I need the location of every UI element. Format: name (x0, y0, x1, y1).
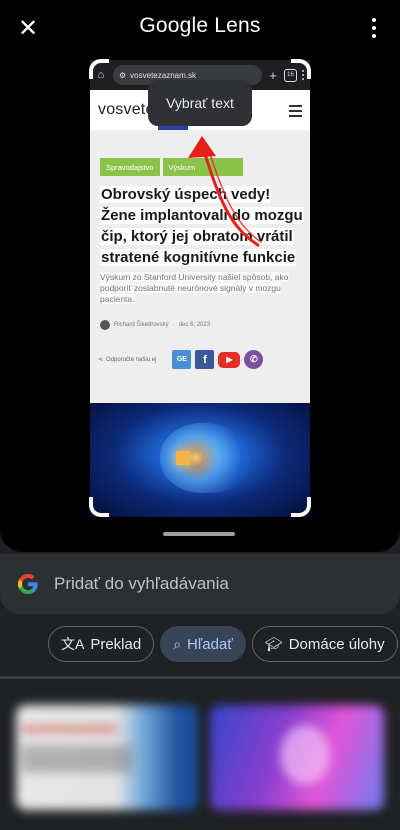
results-divider (0, 676, 400, 679)
new-tab-icon: + (269, 67, 277, 83)
facebook-icon: f (195, 350, 215, 369)
result-thumb-detail (280, 725, 330, 785)
translate-icon: 文A (61, 636, 85, 652)
brain-chip (176, 451, 190, 465)
url-text: vosvetezaznam.sk (130, 70, 196, 80)
drag-handle[interactable] (163, 532, 235, 536)
chip-search-label: Hľadať (187, 635, 233, 653)
article-byline: Richard Šikedrovský · dec 6, 2023 (100, 320, 210, 330)
share-row: ⋖ Odporučte našiu ej GE f ▶ ✆ (98, 350, 308, 369)
captured-screenshot[interactable]: ⌂ ⚙ vosvetezaznam.sk + 16 vosvete Spravo… (90, 60, 310, 517)
byline-author: Richard Šikedrovský (114, 322, 169, 328)
chip-homework[interactable]: 🎓︎ Domáce úlohy (251, 626, 398, 662)
search-placeholder[interactable]: Pridať do vyhľadávania (54, 574, 229, 594)
school-icon: 🎓︎ (264, 635, 283, 652)
chip-search[interactable]: ⌕ Hľadať (160, 626, 246, 662)
google-g-icon (18, 574, 38, 594)
chip-homework-label: Domáce úlohy (288, 635, 385, 653)
result-thumbnail[interactable] (210, 705, 384, 810)
lead-text: Výskum zo Stanford University našiel spô… (100, 272, 289, 304)
tune-icon: ⚙ (119, 70, 127, 80)
viber-icon: ✆ (244, 350, 264, 369)
tag-news: Spravodajstvo (100, 158, 160, 176)
select-text-tooltip[interactable]: Vybrať text (148, 80, 252, 126)
lens-preview-area: ✕ Google Lens ⌂ ⚙ vosvetezaznam.sk + 16 … (0, 0, 400, 552)
search-icon: ⌕ (173, 635, 182, 652)
hamburger-menu-icon (289, 105, 302, 117)
google-news-icon: GE (172, 350, 192, 369)
filter-chips: 文A Preklad ⌕ Hľadať 🎓︎ Domáce úlohy (48, 626, 398, 662)
crop-handle-top-left[interactable] (89, 59, 109, 79)
youtube-icon: ▶ (218, 351, 241, 368)
author-avatar (100, 320, 110, 330)
chip-translate-label: Preklad (90, 635, 142, 653)
app-title: Google Lens (139, 14, 261, 37)
top-app-bar: ✕ Google Lens (0, 0, 400, 58)
annotation-arrow-icon (188, 136, 262, 247)
share-icon: ⋖ (98, 357, 104, 363)
article-brain-image (90, 403, 310, 517)
share-label: ⋖ Odporučte našiu ej (98, 356, 157, 364)
result-thumb-detail (22, 725, 117, 733)
byline-separator: · (172, 322, 175, 328)
chip-translate[interactable]: 文A Preklad (48, 626, 155, 662)
site-logo: vosvete (98, 101, 155, 118)
more-vert-icon[interactable] (364, 16, 384, 40)
article-lead: Výskum zo Stanford University našiel spô… (100, 272, 305, 305)
share-label-text: Odporučte našiu ej (106, 356, 157, 363)
byline-date: dec 6, 2023 (178, 322, 211, 328)
result-thumb-detail (22, 745, 132, 773)
brain-glow (160, 423, 250, 493)
search-bar[interactable]: Pridať do vyhľadávania (0, 554, 400, 614)
result-thumbnail[interactable] (16, 705, 198, 810)
